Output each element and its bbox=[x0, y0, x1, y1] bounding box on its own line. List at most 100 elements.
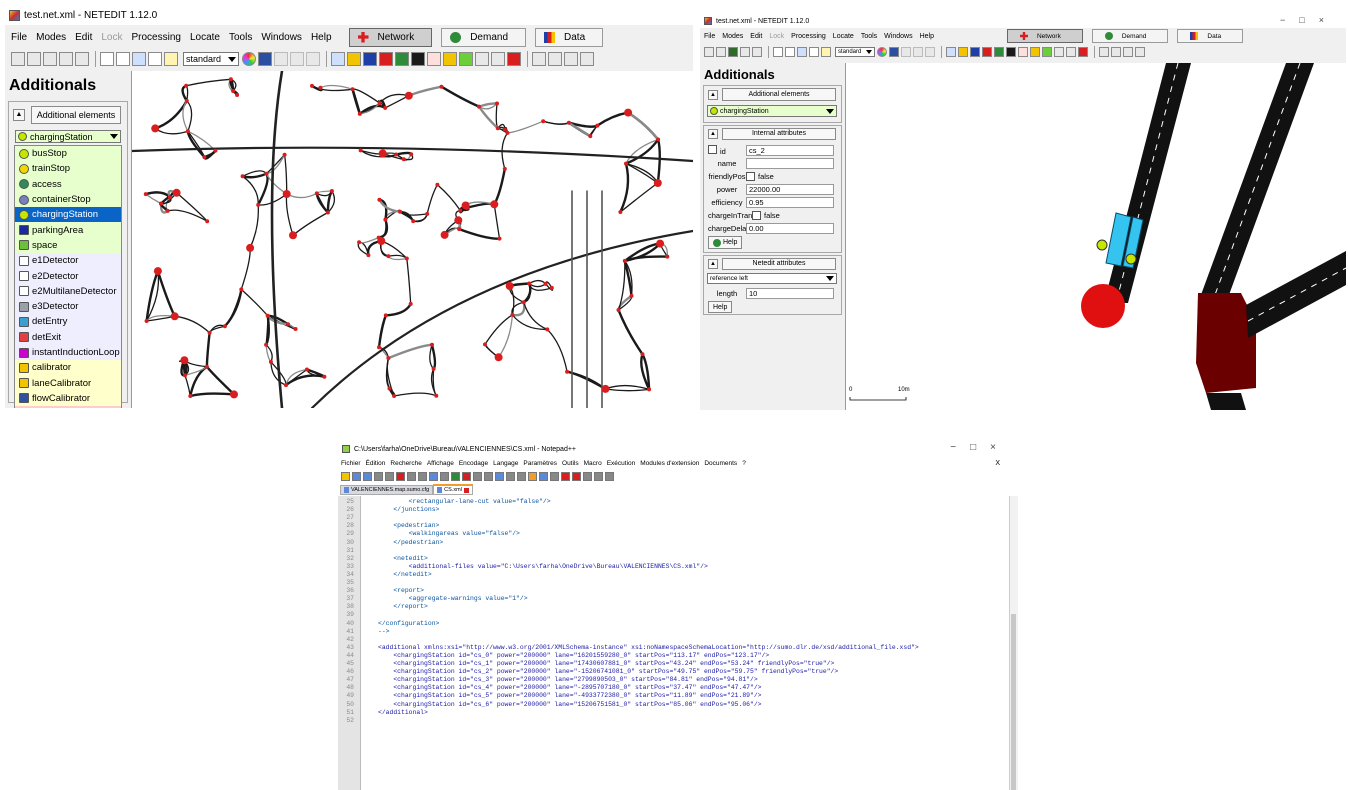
lines-icon[interactable] bbox=[1054, 47, 1064, 57]
toolbar-button-icon[interactable] bbox=[594, 471, 603, 481]
inspect-icon[interactable] bbox=[116, 52, 130, 66]
netedit-right-menu-modes[interactable]: Modes bbox=[722, 33, 743, 40]
move-icon[interactable] bbox=[100, 52, 114, 66]
list-item-detexit[interactable]: detExit bbox=[15, 329, 121, 345]
minimize-button[interactable]: − bbox=[1280, 15, 1299, 25]
collapse-button[interactable]: ▲ bbox=[708, 90, 718, 100]
notepad-menu-param-tres[interactable]: Paramètres bbox=[523, 460, 557, 467]
copy-icon[interactable] bbox=[306, 52, 320, 66]
toolbar-button-icon[interactable] bbox=[418, 471, 427, 481]
netedit-right-menu-file[interactable]: File bbox=[704, 33, 715, 40]
additional-elements-header[interactable]: Additional elements bbox=[722, 88, 836, 101]
grid-icon[interactable] bbox=[363, 52, 377, 66]
tab-data[interactable]: Data bbox=[1177, 29, 1244, 43]
netedit-left-menu-edit[interactable]: Edit bbox=[75, 32, 92, 43]
toolbar-button-icon[interactable] bbox=[374, 471, 383, 481]
collapse-button[interactable]: ▲ bbox=[708, 129, 718, 139]
friendlypos-checkbox[interactable] bbox=[746, 171, 755, 181]
netedit-attributes-header[interactable]: Netedit attributes bbox=[722, 258, 836, 270]
toolbar-button-icon[interactable] bbox=[539, 471, 548, 481]
square-icon[interactable] bbox=[411, 52, 425, 66]
select-icon[interactable] bbox=[132, 52, 146, 66]
screenshot-icon[interactable] bbox=[258, 52, 272, 66]
reference-combo[interactable]: reference left bbox=[707, 273, 837, 284]
ruler-icon[interactable] bbox=[958, 47, 968, 57]
toolbar-button-icon[interactable] bbox=[385, 471, 394, 481]
tab-close-icon[interactable] bbox=[463, 487, 469, 493]
reload-icon[interactable] bbox=[43, 52, 57, 66]
netedit-right-menu-windows[interactable]: Windows bbox=[884, 33, 912, 40]
notepad-menu-recherche[interactable]: Recherche bbox=[390, 460, 421, 467]
toolbar-button-icon[interactable] bbox=[429, 471, 438, 481]
netedit-left-menu-windows[interactable]: Windows bbox=[261, 32, 302, 43]
toolbar-button-icon[interactable] bbox=[484, 471, 493, 481]
efficiency-field[interactable]: 0.95 bbox=[746, 196, 834, 208]
vehicle-icon[interactable] bbox=[564, 52, 578, 66]
maximize-button[interactable]: □ bbox=[970, 442, 990, 453]
triangle-icon[interactable] bbox=[1018, 47, 1028, 57]
tab-demand[interactable]: Demand bbox=[441, 27, 527, 47]
notepad-menu-fichier[interactable]: Fichier bbox=[341, 460, 361, 467]
zoomed-network-view[interactable]: 0 10m bbox=[846, 63, 1346, 410]
shape-icon[interactable] bbox=[507, 52, 521, 66]
grid-icon[interactable] bbox=[970, 47, 980, 57]
toolbar-button-icon[interactable] bbox=[473, 471, 482, 481]
list-item-e3detector[interactable]: e3Detector bbox=[15, 298, 121, 315]
element-type-combo[interactable]: chargingStation bbox=[15, 130, 121, 143]
tab-data[interactable]: Data bbox=[535, 27, 604, 47]
netedit-left-menu-modes[interactable]: Modes bbox=[36, 32, 66, 43]
close-button[interactable]: × bbox=[1319, 15, 1338, 25]
table-icon[interactable] bbox=[532, 52, 546, 66]
arrow-icon[interactable] bbox=[982, 47, 992, 57]
inspect-icon[interactable] bbox=[785, 47, 795, 57]
close-document-x[interactable]: X bbox=[995, 460, 1000, 467]
notepad-menu-dition[interactable]: Édition bbox=[366, 460, 386, 467]
netedit-right-menu-lock[interactable]: Lock bbox=[769, 33, 784, 40]
toolbar-button-icon[interactable] bbox=[462, 471, 471, 481]
delete-icon[interactable] bbox=[809, 47, 819, 57]
editor-content[interactable]: 25 <rectangular-lane-cut value="false"/>… bbox=[338, 498, 1010, 790]
pen-icon[interactable] bbox=[395, 52, 409, 66]
additional-icon[interactable] bbox=[1042, 47, 1052, 57]
netedit-left-menu-tools[interactable]: Tools bbox=[229, 32, 252, 43]
element-dropdown-list[interactable]: busStop trainStop access containerStop charg… bbox=[14, 145, 122, 408]
mode-combo[interactable]: standard bbox=[835, 47, 875, 57]
id-checkbox[interactable] bbox=[708, 144, 717, 154]
toolbar-button-icon[interactable] bbox=[341, 471, 350, 481]
chargedelay-field[interactable]: 0.00 bbox=[746, 222, 834, 234]
list-item-trainstop[interactable]: trainStop bbox=[15, 161, 121, 177]
toolbar-button-icon[interactable] bbox=[407, 471, 416, 481]
list-item-busstop[interactable]: busStop bbox=[15, 146, 121, 162]
list-item-detentry[interactable]: detEntry bbox=[15, 314, 121, 330]
notepad-menu-langage[interactable]: Langage bbox=[493, 460, 518, 467]
lines-icon[interactable] bbox=[475, 52, 489, 66]
internal-attributes-header[interactable]: Internal attributes bbox=[722, 128, 836, 140]
undo-icon[interactable] bbox=[901, 47, 911, 57]
list-item-rerouter[interactable]: rerouter bbox=[15, 406, 121, 408]
notepad-menu-macro[interactable]: Macro bbox=[584, 460, 602, 467]
pen-icon[interactable] bbox=[994, 47, 1004, 57]
image-icon[interactable] bbox=[491, 52, 505, 66]
list-item-e2detector[interactable]: e2Detector bbox=[15, 268, 121, 284]
scrollbar-thumb[interactable] bbox=[1011, 614, 1016, 790]
help-button[interactable]: Help bbox=[708, 301, 733, 313]
id-field[interactable]: cs_2 bbox=[746, 144, 834, 156]
save-icon[interactable] bbox=[740, 47, 750, 57]
poi-icon[interactable] bbox=[164, 52, 178, 66]
notepad-menu-ex-cution[interactable]: Exécution bbox=[607, 460, 636, 467]
toolbar-button-icon[interactable] bbox=[440, 471, 449, 481]
notepad-menu-documents[interactable]: Documents bbox=[704, 460, 737, 467]
notepad-menu-encodage[interactable]: Encodage bbox=[459, 460, 488, 467]
redo-icon[interactable] bbox=[290, 52, 304, 66]
tab-valenciennes-cfg[interactable]: VALENCIENNES.map.sumo.cfg bbox=[340, 485, 434, 495]
list-item-chargingstation[interactable]: chargingStation bbox=[15, 207, 121, 223]
editor-scrollbar[interactable] bbox=[1009, 496, 1018, 790]
mode-combo[interactable]: standard bbox=[183, 52, 239, 66]
reload-icon[interactable] bbox=[728, 47, 738, 57]
save-icon[interactable] bbox=[59, 52, 73, 66]
toolbar-button-icon[interactable] bbox=[506, 471, 515, 481]
toolbar-button-icon[interactable] bbox=[396, 471, 405, 481]
toolbar-button-icon[interactable] bbox=[363, 471, 372, 481]
netedit-right-menu-edit[interactable]: Edit bbox=[750, 33, 762, 40]
toolbar-button-icon[interactable] bbox=[517, 471, 526, 481]
